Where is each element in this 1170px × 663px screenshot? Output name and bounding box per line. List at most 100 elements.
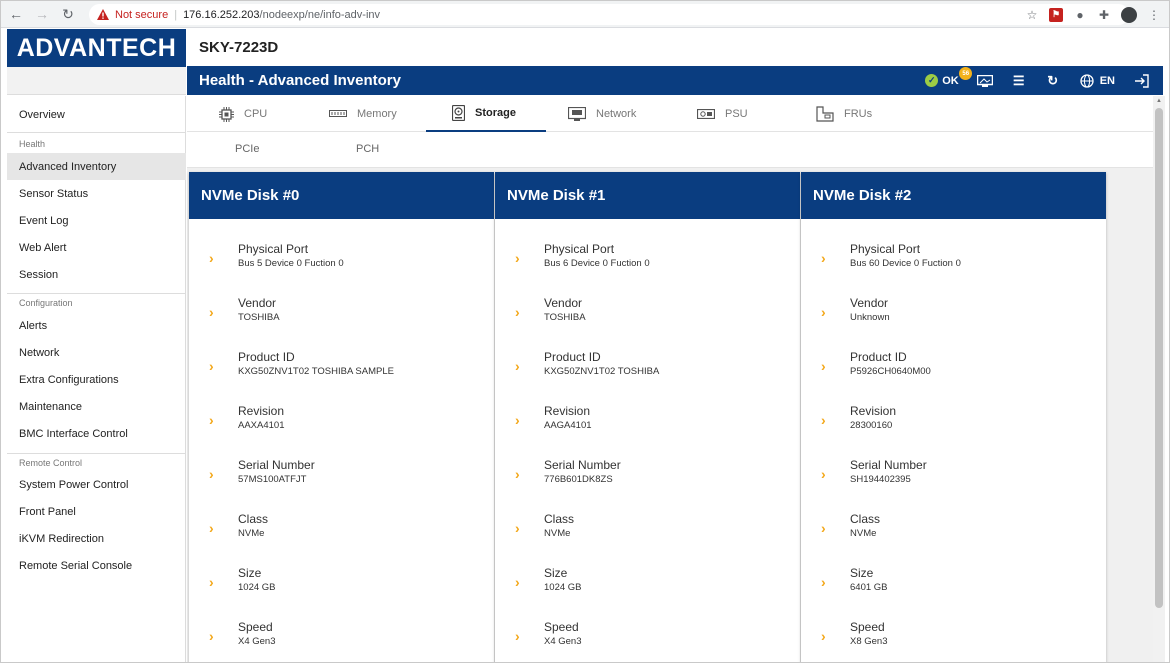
inventory-tabs: CPU Memory Storage Network PSU FRUs	[187, 96, 1153, 132]
chevron-right-icon: ›	[821, 574, 826, 590]
disk-field-row[interactable]: › Speed X4 Gen3	[495, 618, 800, 658]
tab-frus[interactable]: FRUs	[816, 96, 872, 132]
sidebar-item-extra-configurations[interactable]: Extra Configurations	[7, 366, 186, 393]
disk-field-row[interactable]: › Class NVMe	[495, 510, 800, 550]
disk-field-row[interactable]: › Product ID KXG50ZNV1T02 TOSHIBA SAMPLE	[189, 348, 494, 388]
field-label: Serial Number	[544, 458, 621, 472]
page: ← → ↻ Not secure | 176.16.252.203/nodeex…	[0, 0, 1170, 663]
disk-field-row[interactable]: › Class NVMe	[801, 510, 1106, 550]
field-label: Product ID	[544, 350, 601, 364]
field-value: AAGA4101	[544, 420, 592, 431]
tab-memory[interactable]: Memory	[329, 96, 397, 132]
tab-network[interactable]: Network	[568, 96, 636, 132]
disk-field-row[interactable]: › Size 1024 GB	[495, 564, 800, 604]
disk-field-row[interactable]: › Serial Number 776B601DK8ZS	[495, 456, 800, 496]
sidebar-item-front-panel[interactable]: Front Panel	[7, 498, 186, 525]
list-menu-icon[interactable]: ☰	[1011, 73, 1027, 88]
tab-cpu[interactable]: CPU	[219, 96, 267, 132]
sidebar-item-sensor-status[interactable]: Sensor Status	[7, 180, 186, 207]
sidebar-item-maintenance[interactable]: Maintenance	[7, 393, 186, 420]
disk-field-row[interactable]: › Serial Number 57MS100ATFJT	[189, 456, 494, 496]
sidebar-item-system-power-control[interactable]: System Power Control	[7, 471, 186, 498]
back-arrow-icon[interactable]: ←	[5, 3, 27, 25]
field-value: SH194402395	[850, 474, 911, 485]
subtab-pcie[interactable]: PCIe	[235, 143, 259, 155]
disk-field-row[interactable]: › Revision 28300160	[801, 402, 1106, 442]
chevron-right-icon: ›	[209, 466, 214, 482]
sidebar-item-alerts[interactable]: Alerts	[7, 312, 186, 339]
disk-field-row[interactable]: › Class NVMe	[189, 510, 494, 550]
reload-icon[interactable]: ↻	[57, 3, 79, 25]
sidebar-item-ikvm-redirection[interactable]: iKVM Redirection	[7, 525, 186, 552]
field-value: NVMe	[544, 528, 571, 539]
disk-field-row[interactable]: › Vendor TOSHIBA	[189, 294, 494, 334]
field-label: Revision	[238, 404, 285, 418]
field-label: Physical Port	[544, 242, 615, 256]
profile-avatar-icon[interactable]	[1121, 6, 1137, 23]
field-value: 1024 GB	[238, 582, 276, 593]
disk-field-row[interactable]: › Physical Port Bus 6 Device 0 Fuction 0	[495, 240, 800, 280]
disk-field-row[interactable]: › Physical Port Bus 60 Device 0 Fuction 0	[801, 240, 1106, 280]
tab-psu[interactable]: PSU	[697, 96, 748, 132]
puzzle-extensions-icon[interactable]: ✚	[1097, 8, 1111, 22]
scrollbar-thumb[interactable]	[1155, 108, 1163, 608]
memory-stick-icon	[329, 109, 347, 119]
chevron-right-icon: ›	[515, 466, 520, 482]
address-bar[interactable]: Not secure | 176.16.252.203/nodeexp/ne/i…	[89, 4, 1129, 25]
disk-field-row[interactable]: › Product ID P5926CH0640M00	[801, 348, 1106, 388]
health-status-text: OK	[942, 74, 959, 87]
disk-field-row[interactable]: › Product ID KXG50ZNV1T02 TOSHIBA	[495, 348, 800, 388]
disk-field-row[interactable]: › Size 1024 GB	[189, 564, 494, 604]
health-status[interactable]: ✓ OK 56	[925, 67, 973, 87]
disk-field-row[interactable]: › Revision AAGA4101	[495, 402, 800, 442]
forward-arrow-icon[interactable]: →	[31, 3, 53, 25]
pdf-extension-icon[interactable]: ⚑	[1049, 7, 1063, 22]
disk-field-row[interactable]: › Speed X4 Gen3	[189, 618, 494, 658]
not-secure-label: Not secure	[115, 8, 169, 21]
disk-field-row[interactable]: › Revision AAXA4101	[189, 402, 494, 442]
tab-label: FRUs	[844, 108, 873, 120]
field-value: 57MS100ATFJT	[238, 474, 307, 485]
network-card-icon	[568, 107, 586, 121]
chevron-right-icon: ›	[821, 466, 826, 482]
sidebar-item-event-log[interactable]: Event Log	[7, 207, 186, 234]
tab-storage[interactable]: Storage	[426, 96, 546, 132]
title-bar: Health - Advanced Inventory ✓ OK 56 ☰ ↻ …	[187, 66, 1163, 95]
field-value: X4 Gen3	[238, 636, 276, 647]
sidebar-item-bmc-interface-control[interactable]: BMC Interface Control	[7, 420, 186, 447]
disk-field-row[interactable]: › Physical Port Bus 5 Device 0 Fuction 0	[189, 240, 494, 280]
sidebar-item-session[interactable]: Session	[7, 261, 186, 288]
sidebar-item-remote-serial-console[interactable]: Remote Serial Console	[7, 552, 186, 579]
disk-field-row[interactable]: › Speed X8 Gen3	[801, 618, 1106, 658]
subtab-pch[interactable]: PCH	[356, 143, 379, 155]
sidebar-item-advanced-inventory[interactable]: Advanced Inventory	[7, 153, 186, 180]
circle-extension-icon[interactable]: ●	[1073, 8, 1087, 22]
field-label: Class	[238, 512, 269, 526]
logout-icon[interactable]	[1133, 73, 1149, 88]
field-label: Revision	[850, 404, 897, 418]
disk-field-row[interactable]: › Vendor Unknown	[801, 294, 1106, 334]
refresh-icon[interactable]: ↻	[1045, 73, 1061, 88]
disk-field-row[interactable]: › Vendor TOSHIBA	[495, 294, 800, 334]
field-value: TOSHIBA	[238, 312, 280, 323]
scroll-up-arrow-icon[interactable]: ▲	[1156, 98, 1162, 104]
sidebar-item-network[interactable]: Network	[7, 339, 186, 366]
advantech-logo: ADVANTECH	[7, 29, 186, 67]
tab-label: Network	[596, 108, 637, 120]
chevron-right-icon: ›	[821, 520, 826, 536]
field-value: 28300160	[850, 420, 893, 431]
sidebar-item-web-alert[interactable]: Web Alert	[7, 234, 186, 261]
field-value: 1024 GB	[544, 582, 582, 593]
disk-field-row[interactable]: › Size 6401 GB	[801, 564, 1106, 604]
language-selector[interactable]: EN	[1079, 73, 1115, 88]
browser-menu-icon[interactable]: ⋮	[1147, 8, 1161, 22]
chevron-right-icon: ›	[515, 304, 520, 320]
screen-capture-icon[interactable]	[976, 74, 993, 88]
device-name: SKY-7223D	[199, 39, 279, 56]
vertical-scrollbar[interactable]: ▲	[1153, 96, 1165, 662]
disk-field-row[interactable]: › Serial Number SH194402395	[801, 456, 1106, 496]
sidebar-divider	[7, 293, 186, 294]
sidebar-item-overview[interactable]: Overview	[7, 101, 186, 128]
chevron-right-icon: ›	[515, 412, 520, 428]
bookmark-star-icon[interactable]: ☆	[1025, 8, 1039, 22]
